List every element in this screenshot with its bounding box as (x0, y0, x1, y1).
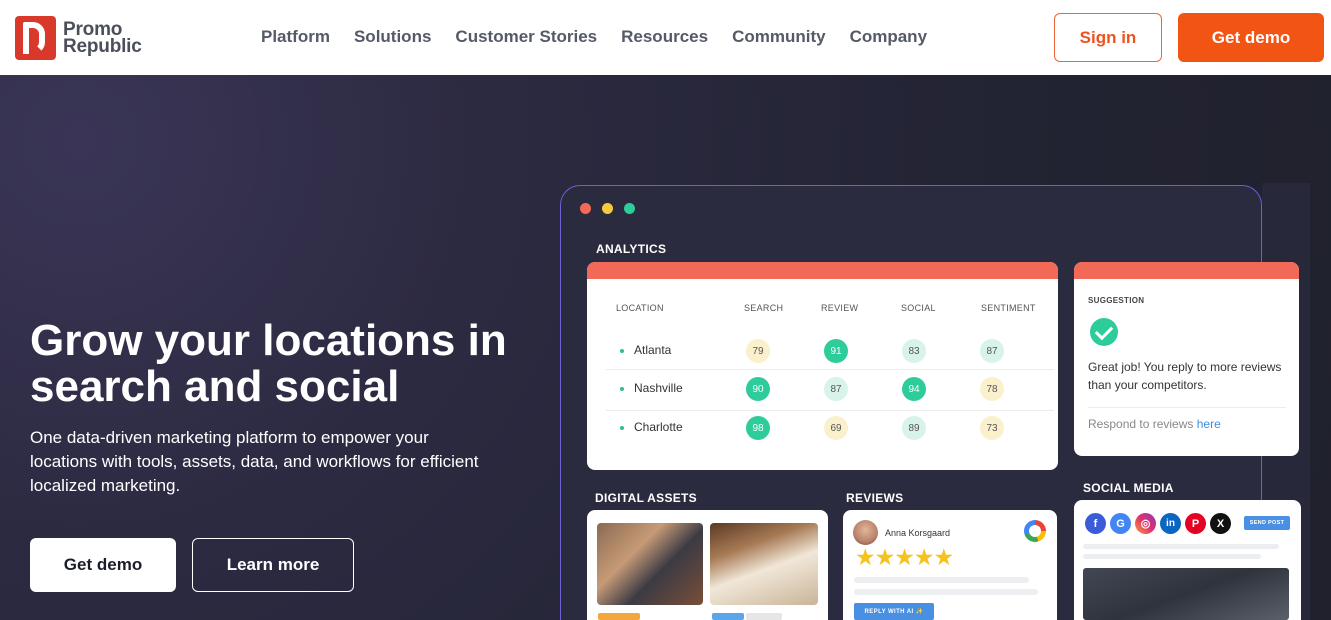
reply-with-ai-button[interactable]: REPLY WITH AI ✨ (854, 603, 934, 620)
nav-company[interactable]: Company (850, 27, 927, 47)
score-charlotte-search: 98 (746, 416, 770, 440)
social-post-photo (1083, 568, 1289, 620)
location-charlotte: Charlotte (634, 420, 683, 434)
google-icon[interactable]: G (1110, 513, 1131, 534)
reviewer-name: Anna Korsgaard (885, 528, 951, 538)
asset-tag (746, 613, 782, 620)
post-text-placeholder (1083, 554, 1261, 559)
suggestion-text: Great job! You reply to more reviews tha… (1088, 360, 1282, 392)
score-nashville-social: 94 (902, 377, 926, 401)
score-atlanta-review: 91 (824, 339, 848, 363)
learn-more-button[interactable]: Learn more (192, 538, 354, 592)
nav-platform[interactable]: Platform (261, 27, 330, 47)
x-icon[interactable]: X (1210, 513, 1231, 534)
reviewer-avatar (853, 520, 878, 545)
sign-in-button[interactable]: Sign in (1054, 13, 1162, 62)
score-charlotte-social: 89 (902, 416, 926, 440)
rating-stars: ★★★★★ (855, 544, 954, 570)
instagram-icon[interactable]: ◎ (1135, 513, 1156, 534)
analytics-label: ANALYTICS (596, 242, 667, 256)
score-nashville-sentiment: 78 (980, 377, 1004, 401)
nav-solutions[interactable]: Solutions (354, 27, 431, 47)
suggestion-link-row: Respond to reviews here (1088, 417, 1221, 431)
window-close-dot (580, 203, 591, 214)
suggestion-title: SUGGESTION (1088, 296, 1145, 305)
table-row-location: Atlanta (620, 343, 671, 357)
logo-mark-icon (15, 16, 56, 60)
asset-photo-restaurant[interactable] (597, 523, 703, 605)
send-post-button[interactable]: SEND POST (1244, 516, 1290, 530)
top-navigation: Promo Republic Platform Solutions Custom… (0, 0, 1331, 75)
location-nashville: Nashville (634, 381, 683, 395)
logo-text: Promo Republic (63, 20, 142, 57)
nav-customer-stories[interactable]: Customer Stories (455, 27, 597, 47)
window-maximize-dot (624, 203, 635, 214)
pinterest-icon[interactable]: P (1185, 513, 1206, 534)
asset-tag (712, 613, 744, 620)
location-atlanta: Atlanta (634, 343, 672, 357)
reviews-label: REVIEWS (846, 491, 904, 505)
get-demo-button-nav[interactable]: Get demo (1178, 13, 1324, 62)
hero-title: Grow your locations in search and social (30, 316, 507, 411)
review-text-placeholder (854, 577, 1029, 583)
score-atlanta-search: 79 (746, 339, 770, 363)
th-social: SOCIAL (901, 303, 936, 313)
asset-tag (598, 613, 640, 620)
respond-here-link[interactable]: here (1197, 417, 1221, 431)
nav-resources[interactable]: Resources (621, 27, 708, 47)
score-charlotte-sentiment: 73 (980, 416, 1004, 440)
google-icon (1024, 520, 1046, 542)
th-review: REVIEW (821, 303, 859, 313)
table-row-location: Charlotte (620, 420, 683, 434)
nav-community[interactable]: Community (732, 27, 826, 47)
hero-subtitle: One data-driven marketing platform to em… (30, 428, 479, 495)
row-divider (606, 410, 1054, 411)
get-demo-button-hero[interactable]: Get demo (30, 538, 176, 592)
logo-line-2: Republic (63, 36, 142, 57)
score-nashville-search: 90 (746, 377, 770, 401)
main-menu: Platform Solutions Customer Stories Reso… (261, 27, 927, 47)
facebook-icon[interactable]: f (1085, 513, 1106, 534)
th-location: LOCATION (616, 303, 664, 313)
post-text-placeholder (1083, 544, 1279, 549)
suggestion-divider (1088, 407, 1286, 408)
linkedin-icon[interactable]: in (1160, 513, 1181, 534)
asset-photo-dessert[interactable] (710, 523, 818, 605)
score-atlanta-social: 83 (902, 339, 926, 363)
review-text-placeholder (854, 589, 1038, 595)
table-row-location: Nashville (620, 381, 683, 395)
th-search: SEARCH (744, 303, 784, 313)
digital-assets-label: DIGITAL ASSETS (595, 491, 697, 505)
window-minimize-dot (602, 203, 613, 214)
social-media-label: SOCIAL MEDIA (1083, 481, 1174, 495)
check-circle-icon (1090, 318, 1118, 346)
suggestion-link-prefix: Respond to reviews (1088, 417, 1194, 431)
row-divider (606, 369, 1054, 370)
score-charlotte-review: 69 (824, 416, 848, 440)
th-sentiment: SENTIMENT (981, 303, 1036, 313)
score-atlanta-sentiment: 87 (980, 339, 1004, 363)
score-nashville-review: 87 (824, 377, 848, 401)
promo-republic-logo[interactable]: Promo Republic (15, 16, 142, 60)
